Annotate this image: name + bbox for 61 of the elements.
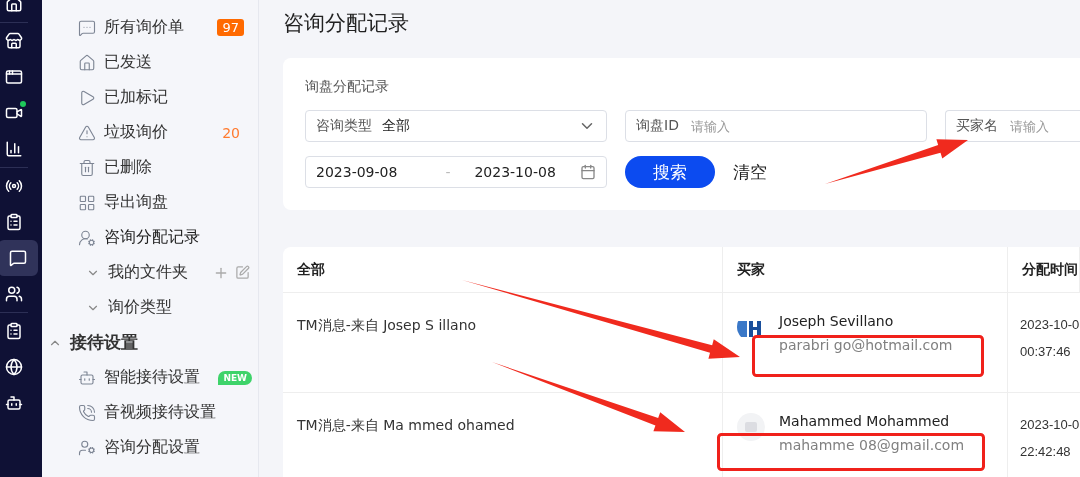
assign-date: 2023-10-0 (1020, 317, 1080, 332)
range-separator: - (445, 164, 451, 180)
clipboard-icon (5, 213, 23, 231)
type-select[interactable]: 咨询类型 全部 (305, 110, 607, 142)
calendar-icon (580, 164, 596, 180)
sidebar-item[interactable]: 所有询价单 97 (42, 10, 258, 45)
users-icon (5, 285, 23, 303)
message-icon (78, 18, 96, 37)
user-settings-icon (78, 438, 96, 457)
field-label: 买家名 (956, 117, 998, 135)
user-icon (78, 228, 96, 247)
warning-icon (78, 123, 96, 142)
column-header: 买家 (723, 247, 1008, 293)
bar-chart-icon (5, 140, 23, 158)
inquiry-id-field[interactable]: 询盘ID 请输入 (625, 110, 927, 142)
assign-date: 2023-10-0 (1020, 417, 1080, 432)
globe-icon (5, 358, 23, 376)
sidebar-item[interactable]: 垃圾询价 20 (42, 115, 258, 150)
phone-icon (78, 403, 96, 422)
filter-title: 询盘分配记录 (305, 78, 390, 96)
buyer-name: Mahammed Mohammed (779, 413, 951, 429)
sidebar-item[interactable]: 咨询分配记录 (42, 220, 258, 255)
clipboard-icon (5, 322, 23, 340)
chat-icon (9, 249, 27, 267)
trash-icon (78, 158, 96, 177)
new-tag: NEW (218, 370, 252, 385)
folder-item[interactable]: 询价类型 (42, 290, 258, 325)
sidebar-item[interactable]: 导出询盘 (42, 185, 258, 220)
buyer-name-field[interactable]: 买家名 请输入 (945, 110, 1080, 142)
column-header: 分配时间 (1008, 247, 1080, 293)
field-label: 询盘ID (636, 117, 679, 135)
date-range-field[interactable]: 2023-09-08 - 2023-10-08 (305, 156, 607, 188)
assign-time: 22:42:48 (1020, 444, 1072, 459)
robot-icon (5, 394, 23, 412)
search-button[interactable]: 搜索 (625, 156, 715, 188)
home-icon (5, 0, 23, 13)
assign-time: 00:37:46 (1020, 344, 1072, 359)
buyer-name: Joseph Sevillano (779, 313, 895, 329)
sidebar-item[interactable]: 已发送 (42, 45, 258, 80)
buyer-email: mahamme 08@gmail.com (779, 437, 965, 453)
sidebar-item[interactable]: 已加标记 (42, 80, 258, 115)
buyer-email: parabri go@hotmail.com (779, 337, 953, 353)
clear-button[interactable]: 清空 (733, 160, 767, 184)
grid-icon (78, 193, 96, 212)
page-title: 咨询分配记录 (283, 10, 410, 37)
house-icon (78, 53, 96, 72)
robot-icon (78, 368, 96, 387)
sidebar-item[interactable]: 咨询分配设置 (42, 430, 258, 465)
rail-button[interactable] (0, 240, 38, 276)
count: 20 (222, 124, 240, 141)
start-date: 2023-09-08 (316, 164, 398, 180)
store-icon (5, 32, 23, 50)
window-icon (5, 68, 23, 86)
section-header[interactable]: 接待设置 (42, 325, 258, 360)
sidebar-item[interactable]: 智能接待设置 NEW (42, 360, 258, 395)
broadcast-icon (5, 177, 23, 195)
end-date: 2023-10-08 (474, 164, 556, 180)
count-badge: 97 (217, 19, 244, 36)
column-header: 全部 (283, 247, 723, 293)
sidebar-item[interactable]: 已删除 (42, 150, 258, 185)
sidebar-item[interactable]: 音视频接待设置 (42, 395, 258, 430)
